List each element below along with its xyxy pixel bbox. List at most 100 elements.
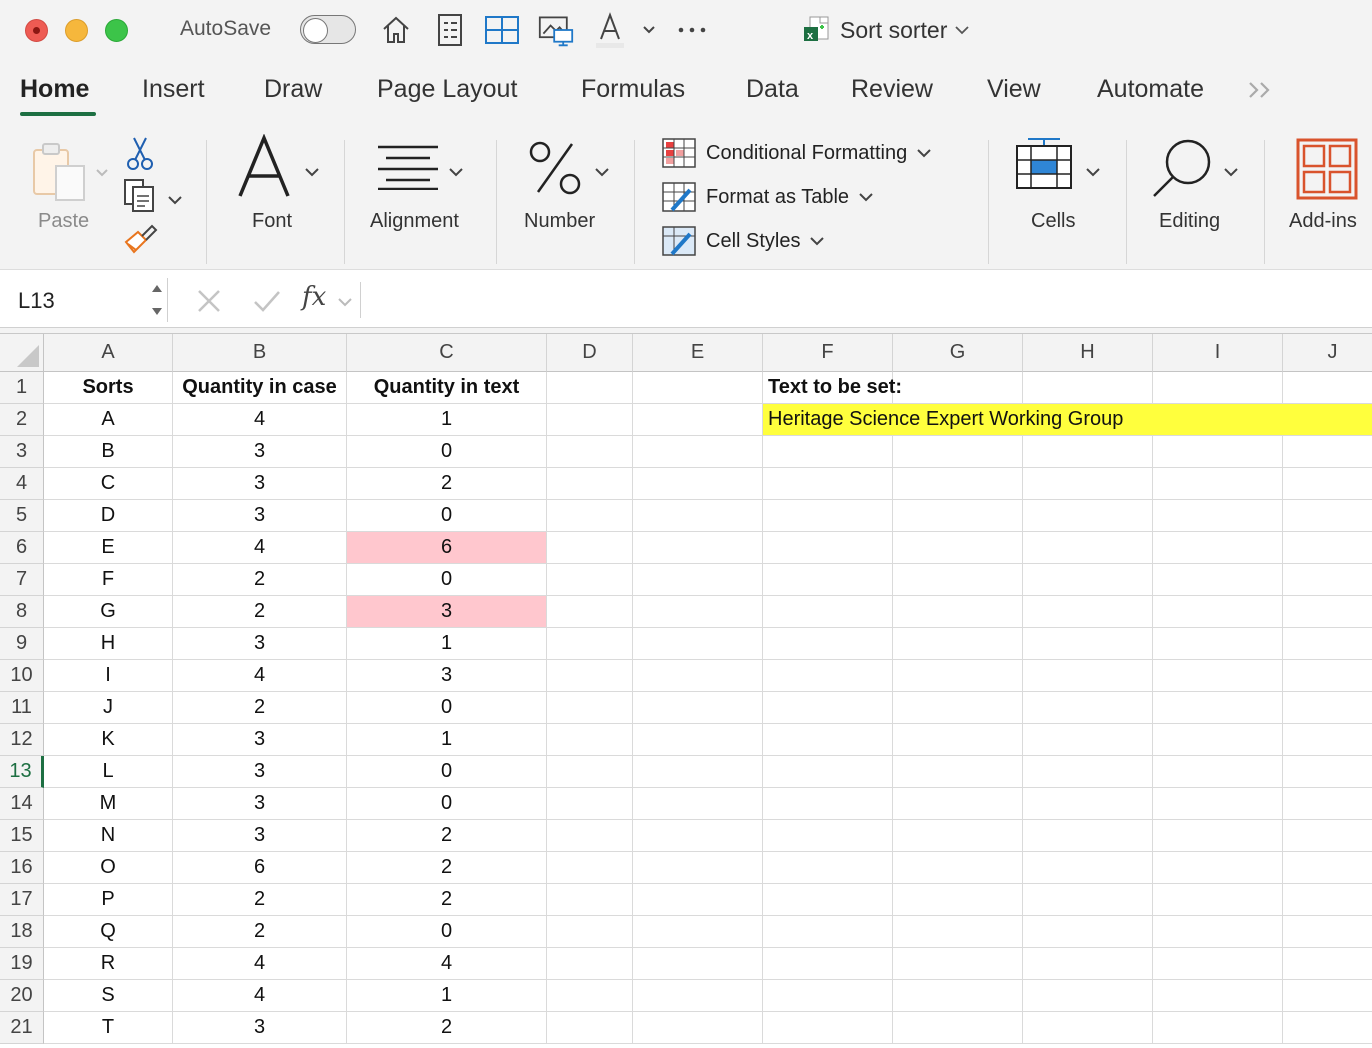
copy-icon[interactable] xyxy=(122,178,158,219)
cell-e13[interactable] xyxy=(633,756,763,788)
cell-d10[interactable] xyxy=(547,660,633,692)
cell-d4[interactable] xyxy=(547,468,633,500)
row-header-1[interactable]: 1 xyxy=(0,372,44,404)
cell-a17[interactable]: P xyxy=(44,884,173,916)
cell-j11[interactable] xyxy=(1283,692,1372,724)
cell-b15[interactable]: 3 xyxy=(173,820,347,852)
cell-c4[interactable]: 2 xyxy=(347,468,547,500)
cell-d6[interactable] xyxy=(547,532,633,564)
column-header-b[interactable]: B xyxy=(173,334,347,372)
format-as-table-button[interactable]: Format as Table xyxy=(662,182,873,212)
row-header-2[interactable]: 2 xyxy=(0,404,44,436)
cell-g14[interactable] xyxy=(893,788,1023,820)
cell-c2[interactable]: 1 xyxy=(347,404,547,436)
cell-h13[interactable] xyxy=(1023,756,1153,788)
cell-b3[interactable]: 3 xyxy=(173,436,347,468)
cell-b18[interactable]: 2 xyxy=(173,916,347,948)
cell-j3[interactable] xyxy=(1283,436,1372,468)
cell-g19[interactable] xyxy=(893,948,1023,980)
cell-a11[interactable]: J xyxy=(44,692,173,724)
editing-group-label[interactable]: Editing xyxy=(1159,210,1220,233)
cell-c3[interactable]: 0 xyxy=(347,436,547,468)
cell-b5[interactable]: 3 xyxy=(173,500,347,532)
cell-h12[interactable] xyxy=(1023,724,1153,756)
cell-b14[interactable]: 3 xyxy=(173,788,347,820)
cell-b1[interactable]: Quantity in case xyxy=(173,372,347,404)
cell-j21[interactable] xyxy=(1283,1012,1372,1044)
font-group-label[interactable]: Font xyxy=(252,210,292,233)
cell-c13[interactable]: 0 xyxy=(347,756,547,788)
number-chevron-icon[interactable] xyxy=(595,164,609,182)
formula-input[interactable] xyxy=(360,282,1372,318)
cell-j18[interactable] xyxy=(1283,916,1372,948)
cell-a21[interactable]: T xyxy=(44,1012,173,1044)
cell-a5[interactable]: D xyxy=(44,500,173,532)
cell-g9[interactable] xyxy=(893,628,1023,660)
cell-h17[interactable] xyxy=(1023,884,1153,916)
cell-i6[interactable] xyxy=(1153,532,1283,564)
cell-e11[interactable] xyxy=(633,692,763,724)
cell-i14[interactable] xyxy=(1153,788,1283,820)
fx-chevron-icon[interactable] xyxy=(338,294,352,312)
alignment-icon[interactable] xyxy=(376,144,440,195)
cell-a4[interactable]: C xyxy=(44,468,173,500)
cell-h8[interactable] xyxy=(1023,596,1153,628)
cell-d7[interactable] xyxy=(547,564,633,596)
select-all-button[interactable] xyxy=(0,334,44,372)
cell-g8[interactable] xyxy=(893,596,1023,628)
cell-f18[interactable] xyxy=(763,916,893,948)
cell-d14[interactable] xyxy=(547,788,633,820)
cell-g12[interactable] xyxy=(893,724,1023,756)
cell-d13[interactable] xyxy=(547,756,633,788)
tab-home[interactable]: Home xyxy=(20,75,89,104)
cell-c10[interactable]: 3 xyxy=(347,660,547,692)
cell-b8[interactable]: 2 xyxy=(173,596,347,628)
cell-e4[interactable] xyxy=(633,468,763,500)
cell-a12[interactable]: K xyxy=(44,724,173,756)
cell-f7[interactable] xyxy=(763,564,893,596)
cells-group-label[interactable]: Cells xyxy=(1031,210,1075,233)
cell-g18[interactable] xyxy=(893,916,1023,948)
cell-h4[interactable] xyxy=(1023,468,1153,500)
cell-a2[interactable]: A xyxy=(44,404,173,436)
cell-f1[interactable]: Text to be set: xyxy=(763,372,902,404)
cell-a14[interactable]: M xyxy=(44,788,173,820)
cell-h10[interactable] xyxy=(1023,660,1153,692)
cancel-icon[interactable] xyxy=(196,288,222,319)
row-header-8[interactable]: 8 xyxy=(0,596,44,628)
tab-view[interactable]: View xyxy=(987,75,1041,104)
search-icon[interactable] xyxy=(1150,136,1216,207)
cell-h15[interactable] xyxy=(1023,820,1153,852)
row-header-21[interactable]: 21 xyxy=(0,1012,44,1044)
cell-j20[interactable] xyxy=(1283,980,1372,1012)
cell-b21[interactable]: 3 xyxy=(173,1012,347,1044)
cell-f8[interactable] xyxy=(763,596,893,628)
cell-a7[interactable]: F xyxy=(44,564,173,596)
cell-h7[interactable] xyxy=(1023,564,1153,596)
cell-f3[interactable] xyxy=(763,436,893,468)
cell-j19[interactable] xyxy=(1283,948,1372,980)
enter-check-icon[interactable] xyxy=(252,288,282,319)
cell-b13[interactable]: 3 xyxy=(173,756,347,788)
cell-g16[interactable] xyxy=(893,852,1023,884)
cell-i18[interactable] xyxy=(1153,916,1283,948)
cell-g15[interactable] xyxy=(893,820,1023,852)
cell-e20[interactable] xyxy=(633,980,763,1012)
cell-i15[interactable] xyxy=(1153,820,1283,852)
cell-d1[interactable] xyxy=(547,372,633,404)
cell-f5[interactable] xyxy=(763,500,893,532)
row-header-14[interactable]: 14 xyxy=(0,788,44,820)
row-header-20[interactable]: 20 xyxy=(0,980,44,1012)
cell-a6[interactable]: E xyxy=(44,532,173,564)
cell-f10[interactable] xyxy=(763,660,893,692)
cell-h6[interactable] xyxy=(1023,532,1153,564)
cell-h3[interactable] xyxy=(1023,436,1153,468)
cell-e8[interactable] xyxy=(633,596,763,628)
cell-c20[interactable]: 1 xyxy=(347,980,547,1012)
document-title[interactable]: x Sort sorter xyxy=(802,15,970,45)
cell-g21[interactable] xyxy=(893,1012,1023,1044)
row-header-18[interactable]: 18 xyxy=(0,916,44,948)
cell-g20[interactable] xyxy=(893,980,1023,1012)
close-window-button[interactable] xyxy=(25,19,48,42)
cell-c8[interactable]: 3 xyxy=(347,596,547,628)
